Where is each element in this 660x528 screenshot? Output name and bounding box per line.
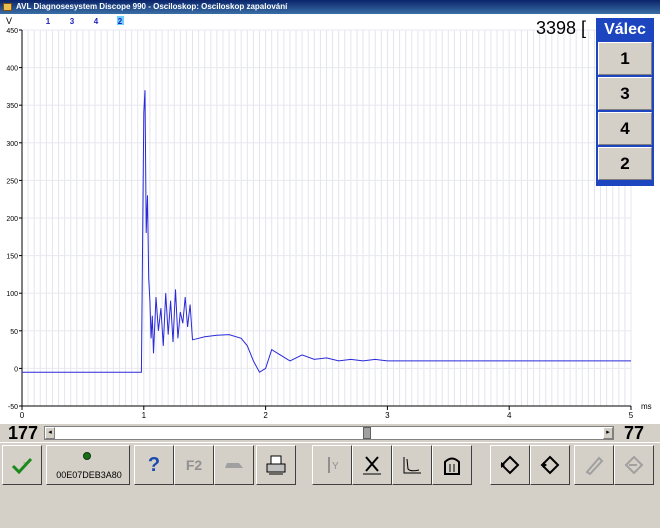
scroll-right-value: 77	[623, 423, 644, 443]
device-id-label: 00E07DEB3A80	[56, 470, 122, 480]
svg-text:~: ~	[23, 461, 27, 467]
y-unit-label: V	[6, 16, 12, 26]
memory-icon	[444, 457, 460, 475]
plot-svg: 450400350300250200150100500-500 1 2 3 4 5Vms1…	[6, 16, 652, 420]
cylinder-button-4[interactable]: 4	[598, 112, 652, 145]
cylinder-button-1[interactable]: 1	[598, 42, 652, 75]
x-unit-label: ms	[641, 402, 652, 411]
scroll-left-value: 177	[8, 423, 39, 443]
car-button[interactable]	[214, 445, 254, 485]
pen-button[interactable]	[574, 445, 614, 485]
y-tick-label: 100	[6, 291, 18, 298]
memory-button[interactable]	[432, 445, 472, 485]
f2-button[interactable]: F2	[174, 445, 214, 485]
channel-tab-1: 1	[46, 17, 51, 26]
scroll-right-arrow-icon[interactable]: ▸	[603, 427, 613, 439]
help-button[interactable]: ?	[134, 445, 174, 485]
exit-button[interactable]	[614, 445, 654, 485]
trigger-right-icon	[540, 455, 560, 475]
confirm-button[interactable]: ~	[2, 445, 42, 485]
checkmark-icon: ~	[11, 457, 33, 474]
scroll-left-arrow-icon[interactable]: ◂	[45, 427, 55, 439]
print-button[interactable]	[256, 445, 296, 485]
y-tick-label: 150	[6, 254, 18, 261]
channel-tab-2: 2	[118, 17, 123, 26]
y-cursor-button[interactable]: Y	[312, 445, 352, 485]
y-tick-label: 400	[6, 66, 18, 73]
y-cursor-icon: Y	[328, 457, 339, 473]
pen-icon	[585, 456, 604, 476]
x-tick-label: 1	[142, 411, 147, 420]
status-led-icon	[83, 452, 91, 460]
x-tick-label: 0	[20, 411, 25, 420]
trigger-left-button[interactable]	[490, 445, 530, 485]
cylinder-button-3[interactable]: 3	[598, 77, 652, 110]
y-tick-label: -50	[8, 404, 18, 411]
cylinder-panel: Válec 1 3 4 2	[596, 18, 654, 186]
x-tick-label: 3	[385, 411, 390, 420]
window-title: AVL Diagnosesystem Discope 990 - Oscilos…	[16, 2, 288, 11]
waveform-button[interactable]	[392, 445, 432, 485]
printer-icon	[266, 455, 286, 475]
f2-label: F2	[185, 457, 203, 473]
bottom-toolbar: ~ 00E07DEB3A80 ? F2 Y	[0, 442, 660, 528]
channel-tab-3: 3	[70, 17, 75, 26]
trigger-left-icon	[500, 455, 520, 475]
cylinder-header: Válec	[604, 21, 646, 38]
rpm-readout: 3398 [	[536, 18, 587, 38]
y-tick-label: 300	[6, 141, 18, 148]
y-tick-label: 450	[6, 28, 18, 35]
time-scrollbar[interactable]: ◂ ▸	[44, 426, 614, 440]
scroll-thumb[interactable]	[363, 427, 371, 439]
scroll-row: 177 ◂ ▸ 77	[0, 424, 660, 442]
car-icon	[225, 463, 243, 468]
y-tick-label: 250	[6, 178, 18, 185]
help-icon: ?	[147, 453, 161, 476]
oscilloscope-plot[interactable]: 450 400 350 300 250 200 150 100 50 0 -50 0 1 2 3 4 5 Vms 1…	[0, 14, 660, 424]
y-tick-label: 0	[14, 366, 18, 373]
device-button[interactable]: 00E07DEB3A80	[46, 445, 130, 485]
app-icon	[3, 3, 12, 11]
y-tick-label: 50	[10, 329, 18, 336]
exit-icon	[624, 455, 644, 475]
title-bar: AVL Diagnosesystem Discope 990 - Oscilos…	[0, 0, 660, 14]
trigger-right-button[interactable]	[530, 445, 570, 485]
channel-tab-4: 4	[94, 17, 99, 26]
y-tick-label: 200	[6, 216, 18, 223]
x-cursor-button[interactable]	[352, 445, 392, 485]
x-cursor-icon	[363, 456, 381, 475]
waveform-icon	[403, 457, 421, 474]
y-tick-label: 350	[6, 103, 18, 110]
x-tick-label: 4	[507, 411, 512, 420]
svg-text:Y: Y	[332, 461, 339, 472]
cylinder-button-2[interactable]: 2	[598, 147, 652, 180]
x-tick-label: 2	[263, 411, 268, 420]
x-tick-label: 5	[629, 411, 634, 420]
